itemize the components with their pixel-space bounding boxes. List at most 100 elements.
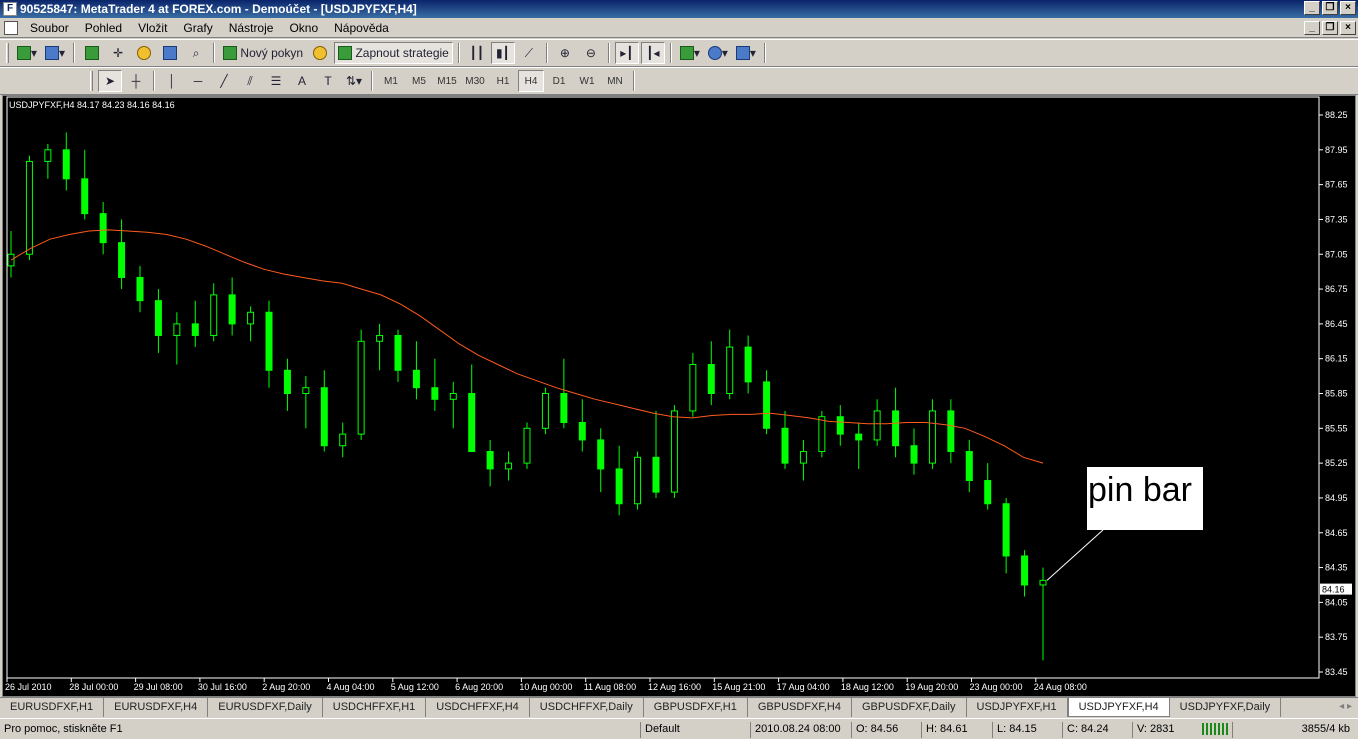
menu-soubor[interactable]: Soubor (22, 21, 77, 35)
line-chart-button[interactable]: ⟋ (517, 42, 541, 64)
timeframe-w1[interactable]: W1 (574, 70, 600, 92)
tab-gbpusd-h1[interactable]: GBPUSDFXF,H1 (644, 698, 748, 717)
time-label: 26 Jul 2010 (5, 682, 52, 692)
templates-button[interactable]: ▾ (733, 42, 759, 64)
chart-shift-button[interactable]: ┃◂ (640, 42, 665, 64)
tab-gbpusd-h4[interactable]: GBPUSDFXF,H4 (748, 698, 852, 717)
tab-usdjpy-h4[interactable]: USDJPYFXF,H4 (1067, 698, 1170, 717)
timeframe-h4[interactable]: H4 (518, 70, 544, 92)
new-order-button[interactable]: Nový pokyn (220, 42, 306, 64)
close-button[interactable]: × (1340, 1, 1356, 15)
arrows-button[interactable]: ⇅▾ (342, 70, 366, 92)
candle-body (597, 439, 605, 470)
tab-usdchf-h1[interactable]: USDCHFFXF,H1 (323, 698, 427, 717)
price-label: 87.35 (1325, 214, 1348, 224)
title-bar: F 90525847: MetaTrader 4 at FOREX.com - … (0, 0, 1358, 18)
timeframe-m15[interactable]: M15 (434, 70, 460, 92)
horizontal-line-button[interactable]: ─ (186, 70, 210, 92)
vertical-line-button[interactable]: │ (160, 70, 184, 92)
text-button[interactable]: A (290, 70, 314, 92)
profiles-button[interactable]: ▾ (42, 42, 68, 64)
tab-eurusd-h4[interactable]: EURUSDFXF,H4 (104, 698, 209, 717)
timeframe-m5[interactable]: M5 (406, 70, 432, 92)
tab-usdjpy-daily[interactable]: USDJPYFXF,Daily (1170, 698, 1282, 717)
toolbar-separator (633, 71, 635, 91)
restore-button[interactable]: ❐ (1322, 1, 1338, 15)
tab-usdchf-daily[interactable]: USDCHFFXF,Daily (530, 698, 644, 717)
zoom-in-button[interactable]: ⊕ (553, 42, 577, 64)
tab-eurusd-h1[interactable]: EURUSDFXF,H1 (0, 698, 105, 717)
candle-body (468, 393, 476, 453)
toolbar-separator (371, 71, 373, 91)
candle-body (799, 451, 807, 464)
timeframe-mn[interactable]: MN (602, 70, 628, 92)
tab-usdjpy-h1[interactable]: USDJPYFXF,H1 (967, 698, 1068, 717)
terminal-icon (163, 46, 178, 60)
text-label-button[interactable]: T (316, 70, 340, 92)
candle-body (1039, 579, 1047, 586)
minimize-button[interactable]: _ (1304, 1, 1320, 15)
tab-eurusd-daily[interactable]: EURUSDFXF,Daily (208, 698, 323, 717)
navigator-button[interactable] (132, 42, 156, 64)
candlestick-button[interactable]: ▮┃ (490, 42, 515, 64)
candle-body (652, 456, 660, 493)
data-window-button[interactable]: ✛ (106, 42, 130, 64)
crosshair-button[interactable]: ┼ (124, 70, 148, 92)
cursor-button[interactable]: ➤ (98, 70, 122, 92)
indicators-button[interactable]: ▾ (677, 42, 703, 64)
price-chart[interactable]: USDJPYFXF,H4 84.17 84.23 84.16 84.16 88.2… (3, 96, 1355, 696)
status-traffic: 3855/4 kb (1232, 722, 1358, 738)
trendline-button[interactable]: ╱ (212, 70, 236, 92)
tab-gbpusd-daily[interactable]: GBPUSDFXF,Daily (852, 698, 967, 717)
menu-nastroje[interactable]: Nástroje (221, 21, 282, 35)
toolbar-separator (669, 43, 672, 63)
menu-okno[interactable]: Okno (281, 21, 326, 35)
timeframe-d1[interactable]: D1 (546, 70, 572, 92)
profiles-icon (45, 46, 60, 60)
chart-window[interactable]: USDJPYFXF,H4 84.17 84.23 84.16 84.16 88.2… (2, 95, 1356, 697)
candle-body (136, 276, 144, 302)
tab-usdchf-h4[interactable]: USDCHFFXF,H4 (426, 698, 530, 717)
candle-body (1021, 555, 1029, 586)
market-watch-button[interactable] (80, 42, 104, 64)
periods-button[interactable]: ▾ (705, 42, 731, 64)
candle-body (726, 346, 734, 394)
time-label: 12 Aug 16:00 (648, 682, 701, 692)
menu-vlozit[interactable]: Vložit (130, 21, 175, 35)
child-minimize-button[interactable]: _ (1304, 21, 1320, 35)
strategy-tester-button[interactable]: ⌕ (184, 42, 208, 64)
timeframe-m30[interactable]: M30 (462, 70, 488, 92)
bar-chart-button[interactable]: ┃┃ (465, 42, 489, 64)
timeframe-h1[interactable]: H1 (490, 70, 516, 92)
market-watch-icon (85, 46, 100, 60)
autoscroll-button[interactable]: ▸┃ (614, 42, 639, 64)
metaeditor-button[interactable] (308, 42, 332, 64)
candle-body (265, 311, 273, 371)
chart-window-icon[interactable] (4, 20, 18, 35)
child-restore-button[interactable]: ❐ (1322, 21, 1338, 35)
equidistant-channel-button[interactable]: ⫽ (238, 70, 262, 92)
menu-grafy[interactable]: Grafy (175, 21, 220, 35)
candle-body (578, 422, 586, 441)
status-open: O: 84.56 (851, 722, 898, 738)
window-title: 90525847: MetaTrader 4 at FOREX.com - De… (20, 2, 417, 16)
zoom-out-button[interactable]: ⊖ (579, 42, 603, 64)
fibonacci-button[interactable]: ☰ (264, 70, 288, 92)
terminal-button[interactable] (158, 42, 182, 64)
toolbar-separator (213, 43, 216, 63)
tab-scroll-arrows[interactable]: ◂ ▸ (1339, 701, 1352, 712)
candle-body (44, 149, 52, 162)
price-label: 85.55 (1325, 423, 1348, 433)
candle-body (707, 363, 715, 395)
menu-pohled[interactable]: Pohled (77, 21, 130, 35)
expert-advisors-button[interactable]: Zapnout strategie (334, 42, 453, 64)
new-chart-button[interactable]: ▾ (14, 42, 40, 64)
timeframe-m1[interactable]: M1 (378, 70, 404, 92)
annotation-text: pin bar (1088, 471, 1192, 509)
candle-body (62, 149, 70, 180)
child-close-button[interactable]: × (1340, 21, 1356, 35)
candle-body (339, 433, 347, 447)
price-label: 84.95 (1325, 493, 1348, 503)
metaeditor-icon (313, 46, 328, 60)
menu-napoveda[interactable]: Nápověda (326, 21, 397, 35)
